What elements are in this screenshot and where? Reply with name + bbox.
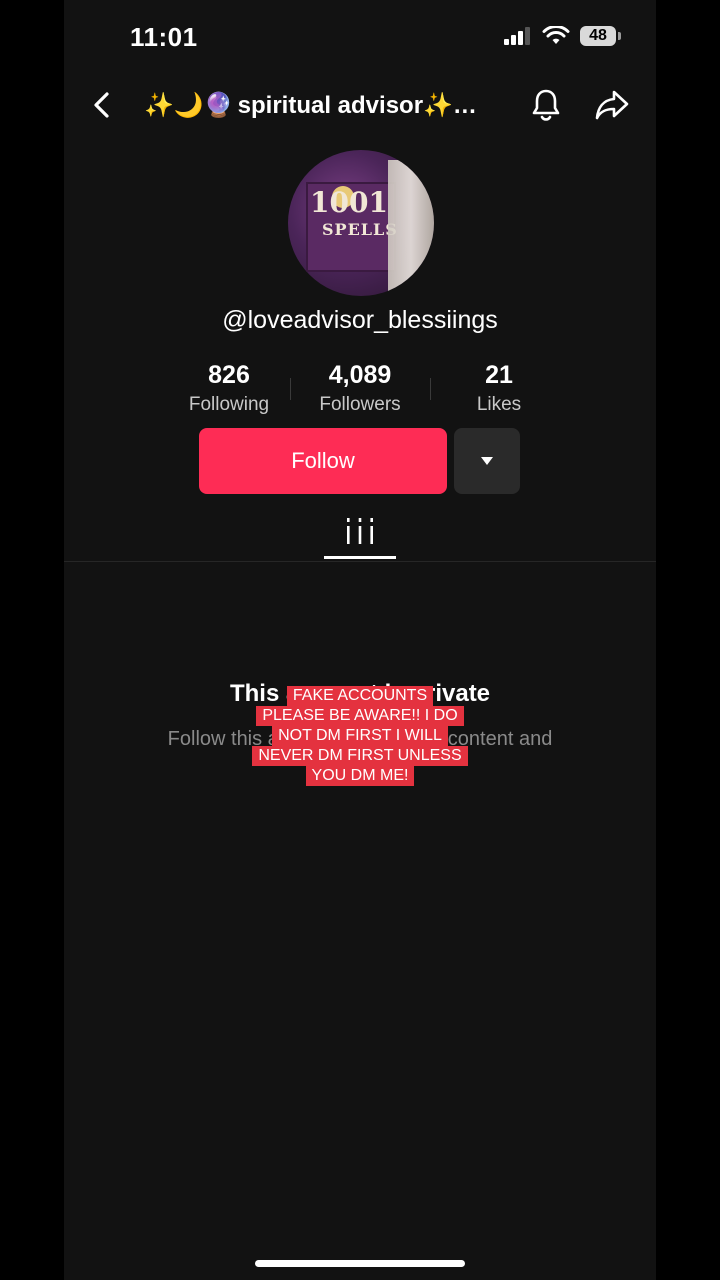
avatar-candle-jar <box>388 160 434 296</box>
title-text: spiritual advisor✨… <box>237 91 477 119</box>
suggested-accounts-button[interactable] <box>454 428 520 494</box>
tab-active-indicator <box>324 556 396 559</box>
status-time: 11:01 <box>130 22 198 52</box>
stat-label: Followers <box>319 394 401 415</box>
battery-icon: 48 <box>580 26 621 46</box>
tab-videos[interactable] <box>324 516 396 560</box>
status-icons: 48 <box>504 26 621 46</box>
stat-followers[interactable]: 4,089 Followers <box>295 358 425 418</box>
header-title: ✨🌙🔮 spiritual advisor✨… <box>144 86 514 124</box>
cellular-signal-icon <box>504 27 530 45</box>
profile-stats: 826 Following 4,089 Followers 21 Likes <box>164 358 556 422</box>
stat-label: Following <box>188 394 270 415</box>
back-button[interactable] <box>86 88 116 122</box>
stat-label: Likes <box>476 394 522 415</box>
title-emoji: ✨🌙🔮 <box>144 91 234 119</box>
profile-screen: 11:01 48 ✨🌙🔮 spiritual advisor✨… 1001 SP… <box>64 0 656 1280</box>
stat-following[interactable]: 826 Following <box>164 358 294 418</box>
caption-line: NEVER DM FIRST UNLESS <box>252 746 468 766</box>
wifi-icon <box>542 26 570 44</box>
caption-overlay: FAKE ACCOUNTS PLEASE BE AWARE!! I DO NOT… <box>240 686 480 786</box>
caret-down-icon <box>481 457 493 465</box>
caption-line: PLEASE BE AWARE!! I DO <box>256 706 464 726</box>
avatar-book-title: SPELLS <box>322 220 398 239</box>
tab-divider <box>64 561 656 562</box>
bell-icon <box>532 89 560 121</box>
profile-header: ✨🌙🔮 spiritual advisor✨… <box>64 80 656 130</box>
follow-button[interactable]: Follow <box>199 428 447 494</box>
caption-line: FAKE ACCOUNTS <box>286 686 434 706</box>
notification-button[interactable] <box>528 86 564 124</box>
stat-likes[interactable]: 21 Likes <box>434 358 564 418</box>
home-indicator[interactable] <box>255 1260 465 1267</box>
username: @loveadvisor_blessiings <box>222 306 498 334</box>
avatar-book-number: 1001 <box>310 186 388 219</box>
grid-videos-icon <box>347 518 373 544</box>
caption-line: YOU DM ME! <box>305 766 415 786</box>
stat-divider <box>290 378 291 400</box>
share-button[interactable] <box>592 86 632 124</box>
stat-value: 4,089 <box>328 361 392 389</box>
avatar[interactable]: 1001 SPELLS <box>288 150 434 296</box>
stat-value: 21 <box>485 361 513 389</box>
caption-line: NOT DM FIRST I WILL <box>272 726 448 746</box>
back-chevron-icon <box>94 92 109 118</box>
stat-divider <box>430 378 431 400</box>
stat-value: 826 <box>208 361 250 389</box>
share-arrow-icon <box>595 90 629 120</box>
